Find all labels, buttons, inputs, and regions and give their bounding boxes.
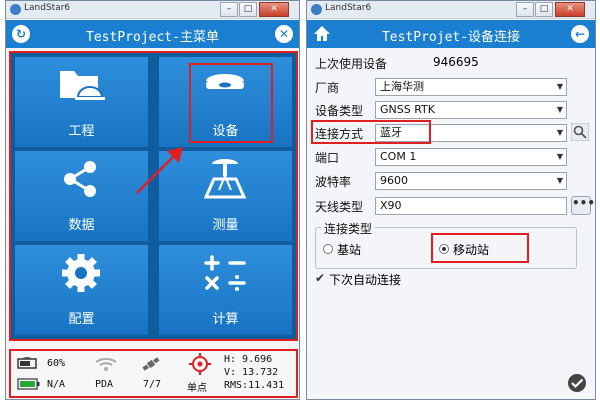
app-header: TestProjet-设备连接 ← bbox=[307, 20, 595, 48]
folder-hardhat-icon bbox=[60, 71, 105, 100]
survey-tripod-icon bbox=[203, 159, 247, 199]
calculator-icon bbox=[204, 255, 246, 291]
tile-project[interactable]: 工程 bbox=[15, 57, 148, 147]
window-title: LandStar6 bbox=[24, 3, 71, 13]
maximize-button[interactable]: □ bbox=[535, 2, 553, 17]
close-window-button[interactable]: ✕ bbox=[555, 2, 585, 17]
radio-base-label: 基站 bbox=[337, 243, 362, 257]
battery-icon bbox=[17, 378, 40, 390]
port-value: COM 1 bbox=[380, 150, 417, 163]
tile-config[interactable]: 配置 bbox=[15, 245, 148, 335]
chevron-down-icon: ▼ bbox=[556, 82, 563, 91]
chevron-down-icon: ▼ bbox=[556, 152, 563, 161]
port-select[interactable]: COM 1 ▼ bbox=[375, 148, 567, 166]
close-icon[interactable]: ✕ bbox=[275, 25, 293, 43]
app-header: ↻ TestProject-主菜单 ✕ bbox=[6, 20, 299, 48]
back-arrow-icon[interactable]: ← bbox=[571, 25, 589, 43]
antenna-type-input[interactable]: X90 bbox=[375, 197, 567, 215]
baud-rate-select[interactable]: 9600 ▼ bbox=[375, 172, 567, 190]
baud-rate-label: 波特率 bbox=[315, 175, 352, 189]
battery-percent: 60% bbox=[47, 358, 66, 369]
search-icon[interactable] bbox=[571, 123, 589, 141]
tile-calculate[interactable]: 计算 bbox=[159, 245, 292, 335]
h-precision: H: 9.696 bbox=[224, 354, 273, 365]
satellite-icon bbox=[142, 357, 160, 371]
device-type-select[interactable]: GNSS RTK ▼ bbox=[375, 101, 567, 119]
app-icon bbox=[10, 4, 21, 15]
minimize-button[interactable]: – bbox=[220, 2, 238, 17]
baud-rate-value: 9600 bbox=[380, 174, 408, 187]
confirm-check-icon[interactable] bbox=[567, 373, 587, 393]
chevron-down-icon: ▼ bbox=[556, 176, 563, 185]
solution-mode: 单点 bbox=[187, 383, 207, 394]
antenna-type-label: 天线类型 bbox=[315, 200, 364, 214]
highlight-box bbox=[431, 233, 529, 263]
maximize-button[interactable]: □ bbox=[239, 2, 257, 17]
main-menu-window: LandStar6 – □ ✕ ↻ TestProject-主菜单 ✕ 工程 设… bbox=[5, 0, 300, 400]
status-bar: 60% N/A PDA 7/7 单点 H: 9.696 V: 13.732 RM… bbox=[9, 349, 298, 398]
window-titlebar: LandStar6 – □ ✕ bbox=[307, 1, 595, 19]
app-icon bbox=[311, 4, 322, 15]
device-type-value: GNSS RTK bbox=[380, 103, 435, 116]
vendor-select[interactable]: 上海华测 ▼ bbox=[375, 78, 567, 96]
arrow-annotation bbox=[136, 147, 183, 194]
page-title: TestProject-主菜单 bbox=[86, 30, 219, 45]
window-titlebar: LandStar6 – □ ✕ bbox=[6, 1, 299, 19]
port-label: 端口 bbox=[315, 151, 340, 165]
main-menu-grid: 工程 设备 数据 测量 配置 计算 bbox=[9, 51, 298, 341]
last-device-label: 上次使用设备 bbox=[315, 57, 388, 71]
satellite-count: 7/7 bbox=[143, 379, 162, 390]
minimize-button[interactable]: – bbox=[516, 2, 534, 17]
wifi-icon bbox=[95, 358, 117, 371]
vendor-label: 厂商 bbox=[315, 81, 340, 95]
more-options-button[interactable]: ••• bbox=[571, 196, 595, 215]
window-title: LandStar6 bbox=[325, 3, 372, 13]
highlight-box bbox=[311, 120, 431, 144]
checkbox-auto-connect[interactable]: ✔ bbox=[315, 271, 325, 285]
tile-label: 计算 bbox=[212, 312, 239, 327]
device-connect-window: LandStar6 – □ ✕ TestProjet-设备连接 ← 上次使用设备… bbox=[306, 0, 596, 400]
tile-label: 数据 bbox=[68, 218, 95, 233]
receiver-battery-icon bbox=[17, 357, 37, 369]
position-target-icon bbox=[189, 353, 211, 375]
last-device-value: 946695 bbox=[433, 55, 479, 69]
chevron-down-icon: ▼ bbox=[556, 105, 563, 114]
battery-na: N/A bbox=[47, 379, 66, 390]
radio-base[interactable] bbox=[323, 244, 333, 254]
auto-connect-label: 下次自动连接 bbox=[329, 273, 402, 287]
vendor-value: 上海华测 bbox=[380, 80, 424, 93]
gear-icon bbox=[62, 254, 100, 292]
tile-label: 配置 bbox=[68, 312, 95, 327]
wifi-label: PDA bbox=[95, 379, 114, 390]
page-title: TestProjet-设备连接 bbox=[381, 30, 521, 45]
rms-value: RMS:11.431 bbox=[224, 380, 285, 391]
share-nodes-icon bbox=[64, 161, 96, 197]
close-window-button[interactable]: ✕ bbox=[259, 2, 289, 17]
highlight-box bbox=[189, 63, 273, 143]
v-precision: V: 13.732 bbox=[224, 367, 279, 378]
tile-label: 测量 bbox=[212, 218, 239, 233]
device-type-label: 设备类型 bbox=[315, 104, 364, 118]
chevron-down-icon: ▼ bbox=[556, 128, 563, 137]
tile-label: 工程 bbox=[68, 124, 95, 139]
antenna-type-value: X90 bbox=[380, 199, 402, 212]
connection-type-title: 连接类型 bbox=[321, 220, 376, 237]
tile-data[interactable]: 数据 bbox=[15, 151, 148, 241]
